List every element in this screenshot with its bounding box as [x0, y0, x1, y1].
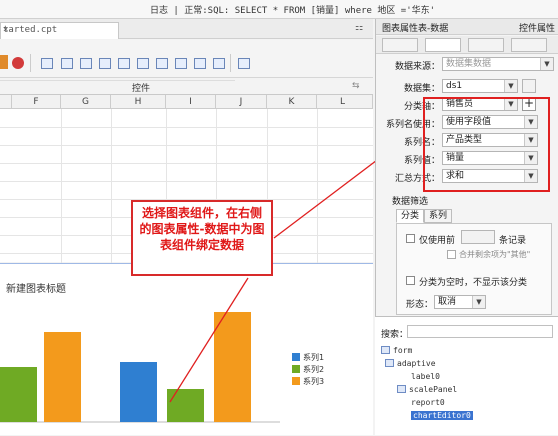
shape-label: 形态： — [406, 300, 434, 310]
tree-item-label0[interactable]: label0 — [411, 372, 440, 381]
chevron-down-icon: ▼ — [540, 58, 553, 70]
arrow-line-left — [169, 277, 249, 403]
tree-search-input[interactable] — [407, 325, 553, 338]
null-hide-label: 分类为空时，不显示该分类 — [419, 278, 528, 288]
only-use-checkbox[interactable] — [406, 234, 415, 243]
arrow-line-right — [273, 153, 386, 239]
source-select[interactable]: 数据集数据 ▼ — [442, 57, 554, 71]
tree-item-scalepanel[interactable]: scalePanel — [397, 385, 457, 394]
widget-props-tab[interactable]: 控件属性 — [519, 21, 555, 34]
null-hide-checkbox[interactable] — [406, 276, 415, 285]
tab-type[interactable] — [382, 38, 418, 52]
tab-data[interactable] — [425, 38, 461, 52]
filter-tab-category[interactable]: 分类 — [396, 209, 424, 223]
tree-item-label: label0 — [411, 372, 440, 381]
tree-item-label: report0 — [411, 398, 445, 407]
filter-tab-series[interactable]: 系列 — [424, 209, 452, 223]
merge-rest-label: 合并剩余项为"其他" — [459, 250, 531, 259]
tree-item-adaptive[interactable]: adaptive — [385, 359, 436, 368]
tab-style[interactable] — [468, 38, 504, 52]
widget-tree-panel: 搜索： form adaptive label0 scalePanel repo… — [375, 316, 558, 435]
dataset-select[interactable]: ds1 ▼ — [442, 79, 518, 93]
tree-item-report0[interactable]: report0 — [411, 398, 445, 407]
panel-tabs — [376, 36, 558, 54]
merge-rest-checkbox[interactable] — [447, 250, 456, 259]
record-count-input[interactable] — [461, 230, 495, 244]
tree-item-label: chartEditor0 — [413, 411, 471, 420]
instruction-callout: 选择图表组件，在右侧的图表属性-数据中为图表组件绑定数据 — [131, 200, 273, 276]
tree-search-label: 搜索： — [381, 330, 409, 340]
tree-item-charteditor0[interactable]: chartEditor0 — [411, 411, 473, 420]
container-icon — [385, 359, 394, 367]
tree-item-label: form — [393, 346, 413, 355]
chevron-down-icon: ▼ — [504, 80, 517, 92]
tree-item-label: adaptive — [397, 359, 436, 368]
only-use-suffix: 条记录 — [499, 236, 527, 246]
callout-text: 选择图表组件，在右侧的图表属性-数据中为图表组件绑定数据 — [139, 206, 265, 252]
filter-title: 数据筛选 — [392, 197, 429, 207]
tree-item-form[interactable]: form — [381, 346, 412, 355]
tab-effects[interactable] — [511, 38, 547, 52]
data-config-highlight — [423, 97, 550, 192]
dataset-label: 数据集： — [403, 84, 440, 94]
chevron-down-icon: ▼ — [472, 296, 485, 308]
search-icon[interactable] — [522, 79, 536, 93]
dataset-value: ds1 — [446, 81, 463, 91]
shape-select[interactable]: 取消 ▼ — [434, 295, 486, 309]
panel-title-bar: 图表属性表-数据 控件属性 — [376, 19, 558, 35]
source-value: 数据集数据 — [446, 59, 492, 69]
source-label: 数据来源： — [394, 62, 440, 72]
shape-value: 取消 — [438, 297, 457, 307]
panel-title: 图表属性表-数据 — [382, 24, 449, 34]
only-use-prefix: 仅使用前 — [419, 236, 456, 246]
tree-item-label: scalePanel — [409, 385, 458, 394]
form-icon — [381, 346, 390, 354]
panel-icon — [397, 385, 406, 393]
